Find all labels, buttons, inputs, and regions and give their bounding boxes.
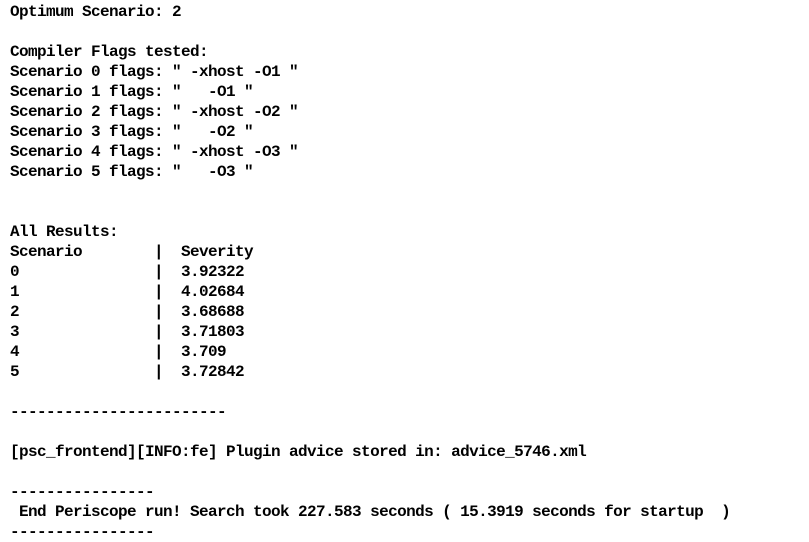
flags-header: Compiler Flags tested: <box>10 43 209 61</box>
results-header: All Results: <box>10 223 119 241</box>
plugin-advice-line: [psc_frontend][INFO:fe] Plugin advice st… <box>10 443 587 461</box>
separator-long: ------------------------ <box>10 403 227 421</box>
results-row: 0 | 3.92322 <box>10 263 245 281</box>
flags-line: Scenario 3 flags: " -O2 " <box>10 123 254 141</box>
results-row: 4 | 3.709 <box>10 343 227 361</box>
terminal-output: Optimum Scenario: 2 Compiler Flags teste… <box>10 2 809 541</box>
flags-line: Scenario 5 flags: " -O3 " <box>10 163 254 181</box>
flags-line: Scenario 2 flags: " -xhost -O2 " <box>10 103 299 121</box>
results-table-header: Scenario | Severity <box>10 243 254 261</box>
results-row: 2 | 3.68688 <box>10 303 245 321</box>
flags-line: Scenario 1 flags: " -O1 " <box>10 83 254 101</box>
flags-line: Scenario 4 flags: " -xhost -O3 " <box>10 143 299 161</box>
results-row: 3 | 3.71803 <box>10 323 245 341</box>
separator-short-top: ---------------- <box>10 483 155 501</box>
results-row: 5 | 3.72842 <box>10 363 245 381</box>
separator-short-bottom: ---------------- <box>10 523 155 541</box>
end-periscope-line: End Periscope run! Search took 227.583 s… <box>10 503 731 521</box>
flags-line: Scenario 0 flags: " -xhost -O1 " <box>10 63 299 81</box>
optimum-scenario-line: Optimum Scenario: 2 <box>10 3 182 21</box>
results-row: 1 | 4.02684 <box>10 283 245 301</box>
